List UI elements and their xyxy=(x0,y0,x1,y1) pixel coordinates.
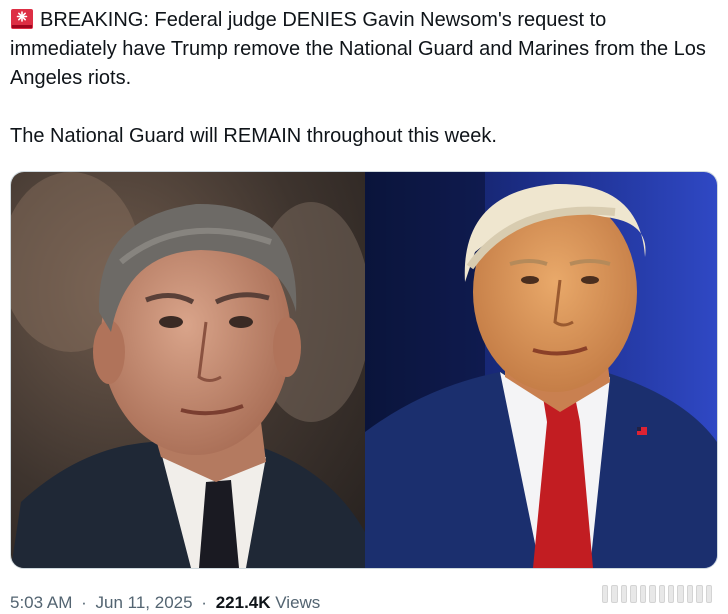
views-label: Views xyxy=(275,593,321,612)
tweet-paragraph-1: BREAKING: Federal judge DENIES Gavin New… xyxy=(10,6,718,93)
tweet-meta: 5:03 AM · Jun 11, 2025 · 221.4K Views xyxy=(10,592,320,614)
tweet-paragraph-2: The National Guard will REMAIN throughou… xyxy=(10,125,497,147)
views-count: 221.4K xyxy=(215,593,271,612)
police-car-light-icon xyxy=(11,9,33,29)
watermark xyxy=(602,584,713,604)
meta-separator: · xyxy=(81,593,87,612)
photo-newsom[interactable] xyxy=(11,172,365,568)
photo-trump[interactable] xyxy=(365,172,717,568)
tweet-date[interactable]: Jun 11, 2025 xyxy=(96,593,193,612)
tweet-time[interactable]: 5:03 AM xyxy=(10,593,72,612)
tweet-line-1: BREAKING: Federal judge DENIES Gavin New… xyxy=(10,9,706,89)
tweet-media[interactable] xyxy=(10,171,718,569)
tweet-text: BREAKING: Federal judge DENIES Gavin New… xyxy=(10,6,718,151)
meta-separator: · xyxy=(201,593,207,612)
